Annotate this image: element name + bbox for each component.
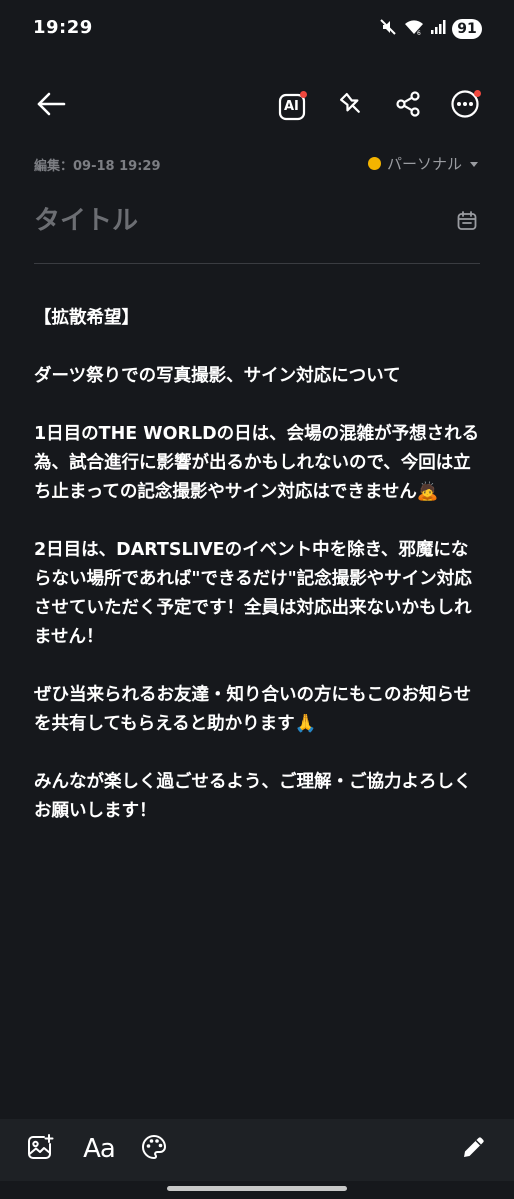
battery-indicator: 91 [452, 19, 482, 39]
palette-icon [140, 1133, 168, 1165]
note-paragraph: ダーツ祭りでの写真撮影、サイン対応について [34, 366, 401, 386]
note-body[interactable]: 【拡散希望】 ダーツ祭りでの写真撮影、サイン対応について 1日目のTHE WOR… [34, 304, 484, 855]
note-paragraph: みんなが楽しく過ごせるよう、ご理解・ご協力よろしくお願いします！ [34, 772, 472, 821]
folder-selector[interactable]: パーソナル [367, 153, 480, 174]
edited-timestamp: 編集：09-18 19:29 [34, 159, 161, 174]
more-notification-dot [474, 90, 481, 97]
calendar-icon[interactable] [456, 210, 480, 234]
insert-image-button[interactable] [22, 1131, 58, 1167]
bottom-toolbar: Aa [0, 1119, 514, 1181]
share-button[interactable] [388, 86, 428, 126]
pen-icon [460, 1133, 488, 1165]
text-format-button[interactable]: Aa [79, 1131, 119, 1167]
mute-icon [378, 17, 398, 41]
wifi-icon: 6 [404, 18, 424, 40]
folder-label: パーソナル [386, 155, 462, 173]
title-input[interactable] [34, 206, 434, 236]
signal-icon [430, 19, 446, 39]
edit-button[interactable] [456, 1131, 492, 1167]
folder-color-dot [367, 157, 381, 170]
image-add-icon [26, 1133, 54, 1165]
svg-text:6: 6 [417, 30, 421, 36]
pin-icon [337, 90, 365, 122]
status-bar: 19:29 6 91 [0, 0, 514, 58]
arrow-left-icon [36, 92, 66, 120]
home-indicator[interactable] [167, 1186, 347, 1191]
note-toolbar: AI [0, 80, 514, 132]
more-options-button[interactable] [445, 86, 485, 126]
share-icon [394, 90, 422, 122]
status-time: 19:29 [33, 17, 93, 38]
status-icons: 6 91 [378, 18, 482, 40]
note-paragraph: 1日目のTHE WORLDの日は、会場の混雑が予想される為、試合進行に影響が出る… [34, 424, 480, 502]
back-button[interactable] [31, 86, 71, 126]
system-nav-area [0, 1181, 514, 1199]
ai-label: AI [284, 99, 299, 114]
ai-assist-button[interactable]: AI [273, 86, 313, 126]
note-paragraph: 2日目は、DARTSLIVEのイベント中を除き、邪魔にならない場所であれば"でき… [34, 540, 472, 647]
note-paragraph: 【拡散希望】 [34, 308, 139, 328]
note-meta-row: 編集：09-18 19:29 パーソナル [34, 153, 480, 175]
palette-button[interactable] [136, 1131, 172, 1167]
text-format-icon: Aa [83, 1134, 116, 1164]
chevron-down-icon [468, 154, 480, 173]
note-paragraph: ぜひ当来られるお友達・知り合いの方にもこのお知らせを共有してもらえると助かります… [34, 685, 472, 734]
title-row [34, 196, 480, 264]
pin-button[interactable] [331, 86, 371, 126]
ai-notification-dot [300, 91, 307, 98]
